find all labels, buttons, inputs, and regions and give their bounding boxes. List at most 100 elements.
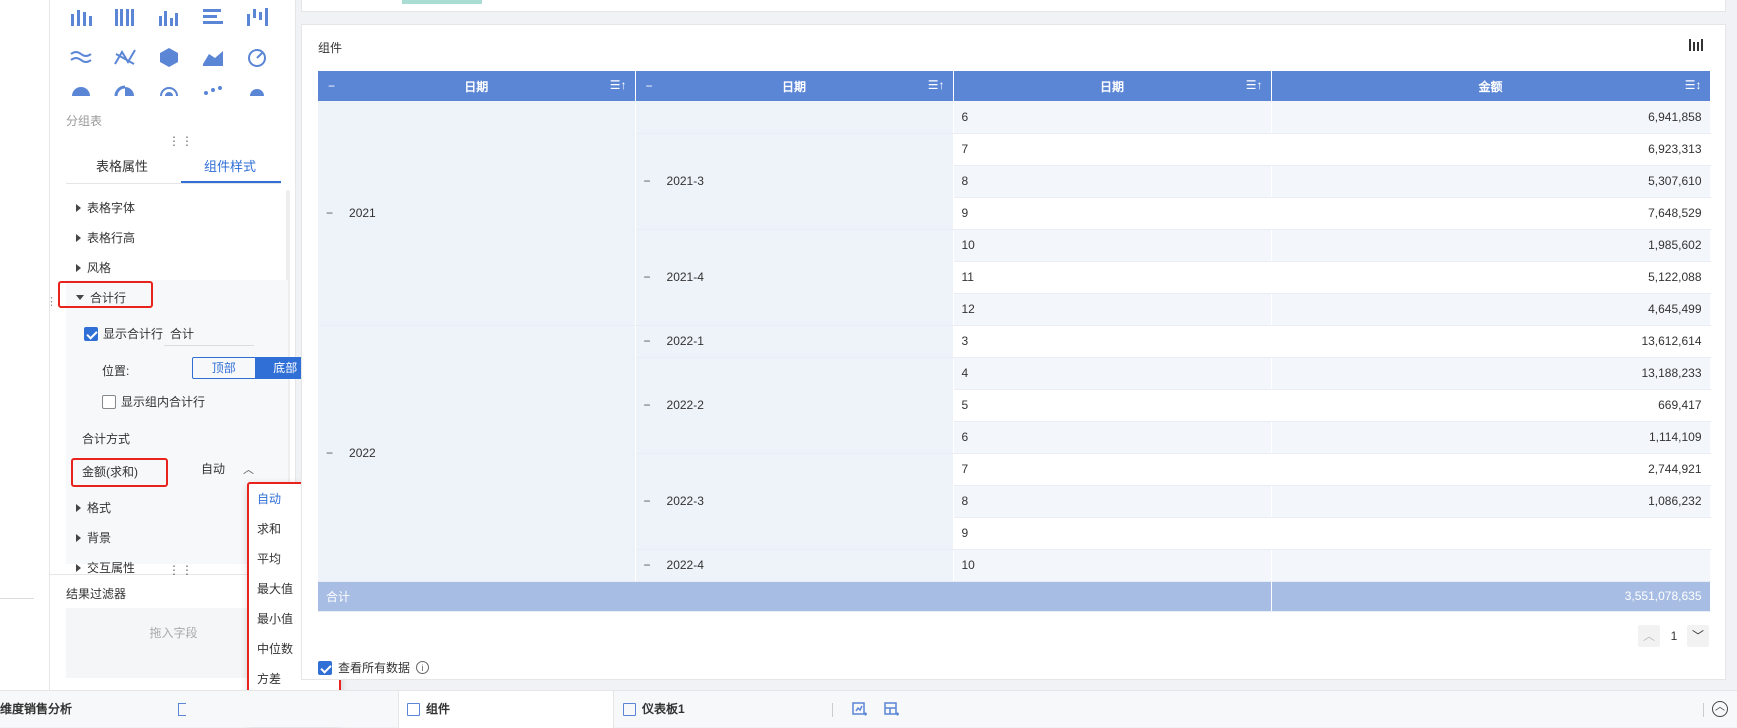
- chart-type-gauge-icon[interactable]: [244, 46, 270, 68]
- column-settings-icon[interactable]: [1689, 39, 1703, 51]
- position-segmented-control: 顶部 底部: [192, 357, 317, 379]
- chevron-up-icon: ︿: [243, 463, 255, 476]
- chart-type-rose-icon[interactable]: [156, 84, 182, 96]
- tab-active-indicator: [181, 181, 281, 183]
- chart-type-line-icon[interactable]: [112, 46, 138, 68]
- month-cell: 8: [953, 485, 1272, 518]
- section-title: 分组表: [66, 114, 103, 128]
- position-top-option[interactable]: 顶部: [193, 358, 255, 378]
- chart-type-area-wave-icon[interactable]: [68, 46, 94, 68]
- month-cell: 6: [953, 101, 1272, 134]
- expand-arrow-icon: [76, 563, 81, 572]
- collapse-icon[interactable]: −: [644, 558, 651, 572]
- chart-type-scatter-icon[interactable]: [200, 84, 226, 96]
- chart-type-bubble-icon[interactable]: [244, 84, 270, 96]
- collapse-icon[interactable]: −: [644, 398, 651, 412]
- measure-method-select[interactable]: 自动 ︿: [201, 460, 254, 477]
- month-cell: 7: [953, 133, 1272, 166]
- show-group-total-checkbox[interactable]: 显示组内合计行: [102, 393, 205, 410]
- collapse-icon[interactable]: −: [644, 270, 651, 284]
- collapse-bar-icon[interactable]: ︿: [1712, 701, 1728, 717]
- sort-icon[interactable]: ☰↑: [610, 78, 627, 92]
- total-text-input[interactable]: 合计: [164, 322, 254, 346]
- sort-icon[interactable]: ☰↑: [928, 78, 945, 92]
- amount-cell: 1,086,232: [1271, 485, 1711, 518]
- collapse-icon[interactable]: −: [644, 494, 651, 508]
- panel-resize-handle-icon[interactable]: ⋮: [46, 295, 57, 308]
- quarter-cell: −2022-1: [635, 325, 954, 358]
- info-icon[interactable]: i: [416, 661, 430, 674]
- header-amount[interactable]: 金额 ☰↕: [1271, 71, 1711, 101]
- page-number: 1: [1670, 629, 1678, 643]
- amount-cell: 13,612,614: [1271, 325, 1711, 358]
- table-row: −2021 6 6,941,858: [318, 101, 1711, 326]
- checkbox-checked-icon: [318, 660, 332, 675]
- show-all-data-checkbox[interactable]: 查看所有数据 i: [318, 659, 430, 676]
- tab-divider: [832, 703, 833, 717]
- component-tab[interactable]: 组件: [398, 691, 614, 728]
- tree-item-background[interactable]: 背景: [76, 529, 111, 546]
- expand-arrow-icon: [76, 203, 81, 212]
- month-cell: 8: [953, 165, 1272, 198]
- show-total-row-checkbox[interactable]: 显示合计行: [84, 325, 163, 342]
- month-cell: 9: [953, 517, 1272, 550]
- amount-cell: 4,645,499: [1271, 293, 1711, 326]
- analysis-tab[interactable]: 维度销售分析: [0, 691, 170, 728]
- quarter-cell: −2022-4: [635, 549, 954, 582]
- month-cell: 11: [953, 261, 1272, 294]
- collapse-icon[interactable]: −: [646, 79, 653, 93]
- chart-type-column-icon[interactable]: [156, 6, 182, 28]
- amount-cell: 13,188,233: [1271, 357, 1711, 390]
- header-quarter[interactable]: − 日期 ☰↑: [635, 71, 954, 101]
- amount-cell: 7,648,529: [1271, 197, 1711, 230]
- add-dashboard-icon[interactable]: [884, 702, 900, 718]
- tree-item-row-height[interactable]: 表格行高: [76, 229, 135, 246]
- add-component-icon[interactable]: [852, 702, 868, 718]
- chart-type-donut-icon[interactable]: [112, 84, 138, 96]
- sort-icon[interactable]: ☰↑: [1246, 78, 1263, 92]
- collapse-icon[interactable]: −: [644, 174, 651, 188]
- previous-card-bar: [402, 0, 482, 4]
- chart-type-pie-icon[interactable]: [68, 84, 94, 96]
- chart-type-area-icon[interactable]: [200, 46, 226, 68]
- table-body: −2021 6 6,941,858−2021-3 7 6,923,313 8 5,307,6…: [318, 101, 1711, 582]
- tab-table-properties[interactable]: 表格属性: [96, 156, 148, 175]
- chart-type-radar-icon[interactable]: [156, 46, 182, 68]
- table-header-row: − 日期 ☰↑ − 日期 ☰↑ 日期 ☰↑ 金额 ☰↕: [318, 71, 1711, 101]
- amount-cell: 1,114,109: [1271, 421, 1711, 454]
- highlight-measure: [71, 458, 168, 487]
- month-cell: 12: [953, 293, 1272, 326]
- drag-handle-icon[interactable]: ⋮⋮: [168, 134, 194, 148]
- collapse-icon[interactable]: −: [326, 446, 333, 460]
- tree-item-style[interactable]: 风格: [76, 259, 111, 276]
- month-cell: 4: [953, 357, 1272, 390]
- collapse-icon[interactable]: −: [326, 206, 333, 220]
- prev-page-button[interactable]: ︿: [1638, 625, 1660, 647]
- amount-cell: 6,923,313: [1271, 133, 1711, 166]
- collapse-icon[interactable]: −: [644, 334, 651, 348]
- expand-arrow-icon: [76, 503, 81, 512]
- chart-type-bar-horizontal-icon[interactable]: [200, 6, 226, 28]
- chart-type-stacked-bar-icon[interactable]: [68, 6, 94, 28]
- next-page-button[interactable]: ﹀: [1687, 625, 1709, 647]
- tab-component-style[interactable]: 组件样式: [204, 156, 256, 175]
- amount-cell: 6,941,858: [1271, 101, 1711, 134]
- header-year[interactable]: − 日期 ☰↑: [318, 71, 636, 101]
- dashboard-tab[interactable]: 仪表板1: [623, 691, 823, 728]
- year-cell: −2022: [318, 325, 636, 582]
- chart-type-waterfall-icon[interactable]: [244, 6, 270, 28]
- quarter-cell: −2021-4: [635, 229, 954, 326]
- collapse-icon[interactable]: −: [328, 79, 335, 93]
- sort-icon[interactable]: ☰↕: [1685, 78, 1702, 92]
- drag-handle-icon[interactable]: ⋮⋮: [168, 563, 194, 577]
- month-cell: 10: [953, 229, 1272, 262]
- amount-cell: 1,985,602: [1271, 229, 1711, 262]
- tree-item-format[interactable]: 格式: [76, 499, 111, 516]
- chart-type-grouped-bar-icon[interactable]: [112, 6, 138, 28]
- tab-divider: [1703, 703, 1704, 717]
- month-cell: 10: [953, 549, 1272, 582]
- amount-cell: 2,744,921: [1271, 453, 1711, 486]
- expand-arrow-icon: [76, 233, 81, 242]
- tree-item-font[interactable]: 表格字体: [76, 199, 135, 216]
- header-month[interactable]: 日期 ☰↑: [953, 71, 1272, 101]
